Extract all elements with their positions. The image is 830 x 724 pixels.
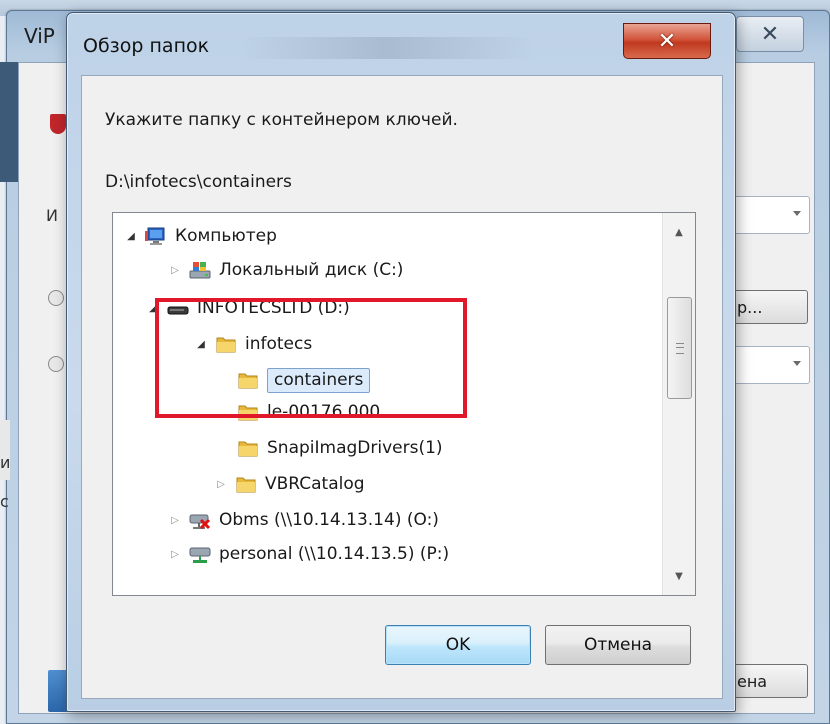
collapsed-arrow-icon[interactable]: ▷ bbox=[169, 264, 181, 276]
tree-item-label: containers bbox=[267, 367, 371, 393]
computer-icon bbox=[145, 226, 167, 246]
background-window-title: ViP bbox=[24, 24, 55, 48]
collapsed-arrow-icon[interactable]: ▷ bbox=[169, 548, 181, 560]
tree-item-infotecs[interactable]: ◢ infotecs bbox=[195, 327, 312, 361]
expanded-arrow-icon[interactable]: ◢ bbox=[147, 302, 159, 314]
tree-item-label: Компьютер bbox=[175, 226, 277, 246]
tree-item-label: VBRCatalog bbox=[265, 474, 365, 494]
tree-item-label: Локальный диск (C:) bbox=[219, 260, 404, 280]
tree-item-local-disk-c[interactable]: ▷ Локальный диск (C:) bbox=[169, 253, 403, 287]
background-close-button[interactable]: ✕ bbox=[736, 16, 804, 52]
tree-item-label: Obms (\\10.14.13.14) (O:) bbox=[219, 510, 439, 530]
background-side-stripe bbox=[0, 62, 18, 182]
disconnected-network-drive-icon bbox=[189, 510, 211, 530]
dialog-client-area: Укажите папку с контейнером ключей. D:\i… bbox=[81, 75, 723, 699]
tree-item-vbrcatalog[interactable]: ▷ VBRCatalog bbox=[215, 467, 365, 501]
folder-icon bbox=[237, 402, 259, 422]
tree-item-label: infotecs bbox=[245, 334, 313, 354]
close-icon: ✕ bbox=[657, 28, 677, 54]
background-radio-2[interactable] bbox=[48, 356, 64, 372]
title-blurred-area bbox=[237, 37, 537, 59]
tree-item-le-00176[interactable]: le-00176.000 bbox=[237, 395, 380, 429]
selected-path-text: D:\infotecs\containers bbox=[105, 172, 292, 192]
scroll-up-icon[interactable]: ▲ bbox=[663, 217, 695, 247]
background-edge-fragment-2: с bbox=[0, 492, 9, 511]
folder-icon bbox=[237, 370, 259, 390]
ok-button[interactable]: OK bbox=[385, 625, 531, 665]
tree-item-personal[interactable]: ▷ personal (\\10.14.13.5) (P:) bbox=[169, 537, 449, 571]
tree-item-containers[interactable]: containers bbox=[237, 363, 371, 397]
tree-item-label: INFOTECSLTD (D:) bbox=[197, 298, 350, 318]
tree-item-obms[interactable]: ▷ Obms (\\10.14.13.14) (O:) bbox=[169, 503, 439, 537]
tree-item-infotecsltd-d[interactable]: ◢ INFOTECSLTD (D:) bbox=[147, 291, 350, 325]
folder-icon bbox=[235, 474, 257, 494]
folder-icon bbox=[237, 438, 259, 458]
expanded-arrow-icon[interactable]: ◢ bbox=[195, 338, 207, 350]
instruction-text: Укажите папку с контейнером ключей. bbox=[105, 110, 458, 130]
tree-item-label: personal (\\10.14.13.5) (P:) bbox=[219, 544, 450, 564]
background-radio-1[interactable] bbox=[48, 290, 64, 306]
cancel-button[interactable]: Отмена bbox=[545, 625, 691, 665]
tree-item-snapiimagdrivers[interactable]: SnapiImagDrivers(1) bbox=[237, 431, 443, 465]
chevron-down-icon bbox=[793, 361, 801, 366]
collapsed-arrow-icon[interactable]: ▷ bbox=[215, 478, 227, 490]
dialog-title: Обзор папок bbox=[83, 35, 210, 57]
tree-item-computer[interactable]: ◢ Компьютер bbox=[125, 219, 277, 253]
scroll-thumb[interactable] bbox=[667, 297, 692, 399]
scroll-down-icon[interactable]: ▼ bbox=[663, 561, 695, 591]
expanded-arrow-icon[interactable]: ◢ bbox=[125, 230, 137, 242]
cancel-button-label: Отмена bbox=[583, 635, 653, 655]
shield-icon bbox=[50, 114, 66, 134]
background-label-fragment: И bbox=[46, 206, 58, 225]
dialog-close-button[interactable]: ✕ bbox=[623, 23, 711, 59]
grip-icon bbox=[676, 343, 684, 354]
tree-item-label: le-00176.000 bbox=[267, 402, 381, 422]
browse-folder-dialog: Обзор папок ✕ Укажите папку с контейнеро… bbox=[66, 12, 736, 712]
usb-drive-icon bbox=[167, 298, 189, 318]
folder-tree[interactable]: ◢ Компьютер ▷ Локальный диск (C:) ◢ INFO… bbox=[112, 212, 696, 596]
local-disk-icon bbox=[189, 260, 211, 280]
chevron-down-icon bbox=[793, 211, 801, 216]
ok-button-label: OK bbox=[445, 635, 471, 655]
folder-icon bbox=[215, 334, 237, 354]
tree-vertical-scrollbar[interactable]: ▲ ▼ bbox=[662, 213, 695, 595]
collapsed-arrow-icon[interactable]: ▷ bbox=[169, 514, 181, 526]
network-drive-icon bbox=[189, 544, 211, 564]
background-edge-fragment-1: и bbox=[0, 453, 11, 472]
close-icon: ✕ bbox=[760, 21, 780, 47]
tree-item-label: SnapiImagDrivers(1) bbox=[267, 438, 443, 458]
